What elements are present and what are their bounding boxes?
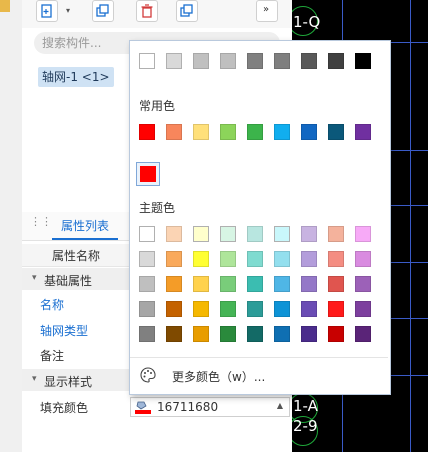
color-swatch-theme[interactable]: [274, 276, 290, 292]
double-chevron-right-icon: »: [263, 4, 270, 15]
color-swatch-theme[interactable]: [220, 276, 236, 292]
new-file-icon: [41, 4, 52, 18]
tab-property-list[interactable]: 属性列表: [52, 212, 118, 240]
color-swatch-basic[interactable]: [193, 53, 209, 69]
color-swatch-theme[interactable]: [139, 276, 155, 292]
color-swatch-theme[interactable]: [247, 276, 263, 292]
color-swatch-theme[interactable]: [220, 301, 236, 317]
expand-toolbar-button[interactable]: »: [256, 0, 278, 22]
color-swatch-theme[interactable]: [355, 301, 371, 317]
color-swatch-common[interactable]: [139, 124, 155, 140]
color-swatch-theme[interactable]: [166, 251, 182, 267]
color-swatch-theme[interactable]: [193, 326, 209, 342]
color-swatch-theme[interactable]: [193, 276, 209, 292]
color-swatch-theme[interactable]: [274, 226, 290, 242]
color-swatch-common[interactable]: [274, 124, 290, 140]
color-swatch-theme[interactable]: [166, 326, 182, 342]
color-swatch-common[interactable]: [193, 124, 209, 140]
color-swatch-theme[interactable]: [328, 226, 344, 242]
new-component-button[interactable]: [36, 0, 58, 22]
trash-icon: [141, 4, 153, 18]
color-swatch-theme[interactable]: [355, 326, 371, 342]
axis-label: 2-9: [293, 417, 318, 435]
divider: [130, 357, 388, 358]
collapse-triangle-icon[interactable]: ▾: [32, 273, 37, 283]
color-swatch-theme[interactable]: [247, 326, 263, 342]
column-header-name: 属性名称: [52, 249, 101, 263]
dock-tab-marker[interactable]: [0, 0, 10, 12]
color-swatch-common[interactable]: [166, 124, 182, 140]
color-swatch-theme[interactable]: [301, 276, 317, 292]
delete-component-button[interactable]: [136, 0, 158, 22]
tree-item-selected[interactable]: 轴网-1 <1>: [38, 67, 114, 87]
color-swatch-theme[interactable]: [139, 326, 155, 342]
color-swatch-theme[interactable]: [328, 326, 344, 342]
color-swatch-common[interactable]: [247, 124, 263, 140]
color-swatch-theme[interactable]: [220, 326, 236, 342]
color-swatch-theme[interactable]: [139, 301, 155, 317]
fill-color-dropdown[interactable]: 16711680 ▲: [130, 397, 290, 417]
color-swatch-theme[interactable]: [301, 326, 317, 342]
color-swatch-basic[interactable]: [247, 53, 263, 69]
layers-copy-icon: [180, 4, 193, 17]
left-dock-strip: [0, 0, 23, 452]
selected-color-swatch[interactable]: [136, 162, 160, 186]
color-swatch-common[interactable]: [220, 124, 236, 140]
panel-toolbar: ▾ »: [22, 0, 292, 28]
color-swatch-theme[interactable]: [247, 226, 263, 242]
color-swatch-theme[interactable]: [301, 301, 317, 317]
color-picker-popup: 常用色 主题色 更多颜色（w）...: [129, 40, 391, 395]
color-swatch-common[interactable]: [355, 124, 371, 140]
color-swatch-theme[interactable]: [193, 251, 209, 267]
axis-label: 1-A: [293, 397, 318, 415]
color-swatch-theme[interactable]: [247, 251, 263, 267]
dropdown-arrow-icon: ▲: [276, 401, 283, 410]
color-swatch-theme[interactable]: [301, 226, 317, 242]
color-swatch-basic[interactable]: [301, 53, 317, 69]
color-swatch-theme[interactable]: [166, 301, 182, 317]
copy-component-button[interactable]: [92, 0, 114, 22]
color-swatch-theme[interactable]: [193, 301, 209, 317]
copy-icon: [96, 4, 109, 17]
common-colors-title: 常用色: [139, 99, 176, 113]
color-swatch-theme[interactable]: [355, 276, 371, 292]
axis-label: 1-Q: [293, 13, 321, 31]
color-swatch-theme[interactable]: [301, 251, 317, 267]
selected-color-fill: [140, 166, 156, 182]
color-swatch-theme[interactable]: [166, 276, 182, 292]
color-swatch-basic[interactable]: [220, 53, 236, 69]
color-swatch-basic[interactable]: [139, 53, 155, 69]
color-swatch-theme[interactable]: [328, 251, 344, 267]
color-swatch-theme[interactable]: [220, 226, 236, 242]
color-swatch-theme[interactable]: [274, 326, 290, 342]
color-swatch-theme[interactable]: [193, 226, 209, 242]
color-swatch-basic[interactable]: [274, 53, 290, 69]
color-swatch-theme[interactable]: [274, 251, 290, 267]
collapse-triangle-icon[interactable]: ▾: [32, 374, 37, 384]
color-swatch-common[interactable]: [328, 124, 344, 140]
duplicate-floor-button[interactable]: [176, 0, 198, 22]
color-swatch-theme[interactable]: [328, 301, 344, 317]
color-swatch-basic[interactable]: [166, 53, 182, 69]
color-swatch-theme[interactable]: [139, 251, 155, 267]
new-dropdown-icon[interactable]: ▾: [66, 6, 70, 15]
color-swatch-theme[interactable]: [247, 301, 263, 317]
paint-bucket-icon: [135, 401, 151, 414]
theme-colors-title: 主题色: [139, 201, 176, 215]
color-swatch-basic[interactable]: [355, 53, 371, 69]
color-swatch-basic[interactable]: [328, 53, 344, 69]
color-swatch-theme[interactable]: [139, 226, 155, 242]
color-swatch-theme[interactable]: [274, 301, 290, 317]
more-colors-button[interactable]: 更多颜色（w）...: [130, 363, 388, 389]
color-swatch-theme[interactable]: [355, 251, 371, 267]
color-swatch-theme[interactable]: [355, 226, 371, 242]
color-swatch-theme[interactable]: [166, 226, 182, 242]
color-swatch-common[interactable]: [301, 124, 317, 140]
color-swatch-theme[interactable]: [220, 251, 236, 267]
palette-icon: [140, 367, 156, 383]
color-swatch-theme[interactable]: [328, 276, 344, 292]
grid-line: [410, 0, 411, 452]
drag-grip-icon[interactable]: ⋮⋮: [30, 216, 52, 234]
